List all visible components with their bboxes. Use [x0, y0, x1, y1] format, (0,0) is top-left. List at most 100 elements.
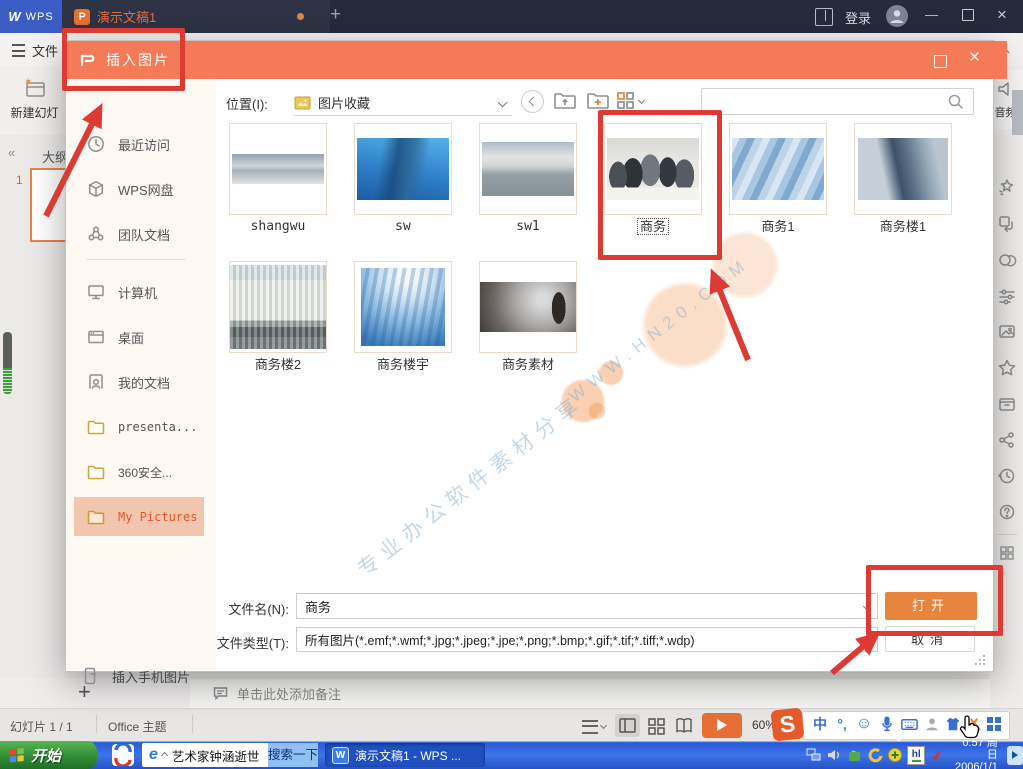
collapse-panel-icon[interactable]: « [8, 145, 15, 160]
tray-sogou-c-icon[interactable] [867, 747, 883, 764]
slideshow-play-button[interactable] [702, 713, 742, 738]
ime-emoji-icon[interactable]: ☺ [854, 714, 874, 734]
login-label[interactable]: 登录 [845, 8, 871, 27]
new-slide-button[interactable]: ✶ 新建幻灯 [4, 72, 65, 128]
insert-picture-dialog: 插入图片 × 最近访问 WPS网盘 团队文档 计算机 [65, 40, 994, 672]
theme-label[interactable]: Office 主题 [108, 718, 166, 735]
location-combobox[interactable]: 图片收藏 [294, 89, 512, 116]
search-icon[interactable] [947, 93, 965, 111]
strip-divider [996, 534, 1017, 535]
sidebar-item-desktop[interactable]: 桌面 [66, 320, 216, 354]
sidebar-item-folder-my-pictures[interactable]: My Pictures [74, 497, 204, 536]
sogou-logo[interactable]: S [770, 707, 804, 741]
resize-grip-icon[interactable] [974, 654, 986, 666]
sidebar-item-wps-cloud[interactable]: WPS网盘 [66, 172, 216, 206]
ie-query-text[interactable]: 艺术家钟涵逝世 [172, 746, 260, 765]
ime-grid-icon[interactable] [986, 716, 1002, 732]
shape-circle-icon[interactable] [997, 250, 1017, 270]
file-item-shangwusucai[interactable]: 商务素材 [479, 261, 577, 372]
file-item-shangwu1[interactable]: 商务1 [729, 123, 827, 234]
tray-green-icon[interactable] [846, 747, 862, 764]
wps-logo[interactable]: W WPS [0, 0, 62, 33]
file-item-shangwulouyu[interactable]: 商务楼宇 [354, 261, 452, 372]
share-icon[interactable] [997, 430, 1017, 450]
green-indicator[interactable] [3, 332, 12, 394]
file-item-sw1[interactable]: sw1 [479, 123, 577, 234]
filename-combobox[interactable]: 商务 [296, 593, 878, 619]
back-button[interactable] [521, 90, 544, 113]
location-caret-icon [498, 97, 508, 107]
star-icon[interactable] [997, 358, 1017, 378]
file-item-shangwu-selected[interactable]: 商务 [604, 123, 702, 234]
sidebar-item-label: 360安全... [118, 464, 172, 481]
dialog-maximize-button[interactable] [934, 55, 947, 68]
split-view-icon[interactable] [815, 8, 833, 26]
open-button[interactable]: 打开 [885, 592, 977, 620]
insert-phone-picture-button[interactable]: 插入手机图片 [66, 659, 216, 693]
minimize-button[interactable]: — [925, 7, 938, 22]
file-item-shangwulou1[interactable]: 商务楼1 [854, 123, 952, 234]
file-item-sw[interactable]: sw [354, 123, 452, 234]
ime-mic-icon[interactable] [878, 715, 896, 733]
ime-lang-icon[interactable]: 中 [810, 714, 830, 734]
help-icon[interactable] [997, 502, 1017, 522]
file-name: 商务1 [759, 219, 796, 234]
ime-keyboard-icon[interactable] [900, 715, 919, 734]
image-tool-icon[interactable] [997, 322, 1017, 342]
ie-search-button[interactable]: 搜索一下 [268, 743, 318, 767]
thumbnail-image [230, 265, 326, 349]
status-menu-caret-icon[interactable] [600, 722, 607, 729]
dialog-titlebar[interactable]: 插入图片 [66, 41, 1007, 79]
file-name: 商务楼2 [253, 357, 303, 372]
notes-bar[interactable]: 单击此处添加备注 [190, 678, 990, 708]
status-menu-icon[interactable] [582, 720, 598, 734]
sidebar-item-folder-presentation[interactable]: presenta... [66, 410, 216, 444]
tray-check-icon[interactable]: ✔ [928, 745, 946, 764]
folder-up-icon[interactable] [553, 90, 577, 112]
tray-hl-label: hl [912, 749, 921, 762]
filetype-combobox[interactable]: 所有图片(*.emf;*.wmf;*.jpg;*.jpeg;*.jpe;*.pn… [296, 627, 878, 652]
start-button[interactable]: 开始 [0, 741, 97, 769]
tray-hl-icon[interactable]: hl [907, 746, 925, 765]
sidebar-item-recent[interactable]: 最近访问 [66, 127, 216, 161]
search-input[interactable] [710, 91, 947, 113]
tray-network-icon[interactable] [806, 747, 822, 764]
hamburger-icon [12, 44, 25, 57]
file-item-shangwulou2[interactable]: 商务楼2 [229, 261, 327, 372]
taskbar-item-wps[interactable]: W 演示文稿1 - WPS ... [325, 743, 485, 767]
ime-punct-icon[interactable]: °‚ [832, 714, 852, 734]
view-mode-button[interactable] [616, 91, 644, 110]
new-folder-icon[interactable] [586, 90, 610, 112]
settings-sliders-icon[interactable] [997, 286, 1017, 306]
cancel-button[interactable]: 取消 [885, 626, 975, 652]
beautify-icon[interactable] [997, 177, 1017, 197]
switch-shapes-icon[interactable] [997, 214, 1017, 234]
file-menu[interactable]: 文件 [12, 41, 58, 60]
thumbnail-image [607, 138, 699, 200]
history-icon[interactable] [997, 466, 1017, 486]
sidebar-item-team-docs[interactable]: 团队文档 [66, 217, 216, 251]
view-sorter-button[interactable] [647, 717, 665, 735]
tray-plus-icon[interactable] [887, 747, 903, 764]
tray-expand-button[interactable] [1007, 746, 1023, 765]
restore-button[interactable] [962, 9, 974, 21]
quicklaunch-sogou-icon[interactable] [112, 744, 134, 766]
new-tab-button[interactable]: + [330, 4, 341, 26]
ime-account-icon[interactable] [923, 715, 941, 733]
slide-number: 1 [16, 173, 23, 187]
view-normal-button[interactable] [615, 714, 640, 737]
document-tab[interactable]: P 演示文稿1 [62, 0, 330, 33]
dialog-close-button[interactable]: × [969, 47, 980, 69]
sidebar-item-folder-360[interactable]: 360安全... [66, 455, 216, 489]
sidebar-item-my-documents[interactable]: 我的文档 [66, 365, 216, 399]
apps-grid-icon[interactable] [999, 545, 1015, 561]
close-button[interactable]: × [997, 5, 1007, 25]
filetype-label: 文件类型(T): [188, 633, 289, 652]
file-item-shangwu[interactable]: shangwu [229, 123, 327, 234]
view-reading-button[interactable] [674, 717, 694, 735]
avatar[interactable] [886, 5, 908, 27]
search-box[interactable] [701, 88, 974, 115]
sidebar-item-computer[interactable]: 计算机 [66, 275, 216, 309]
tray-volume-icon[interactable] [826, 747, 842, 764]
material-box-icon[interactable] [997, 394, 1017, 414]
